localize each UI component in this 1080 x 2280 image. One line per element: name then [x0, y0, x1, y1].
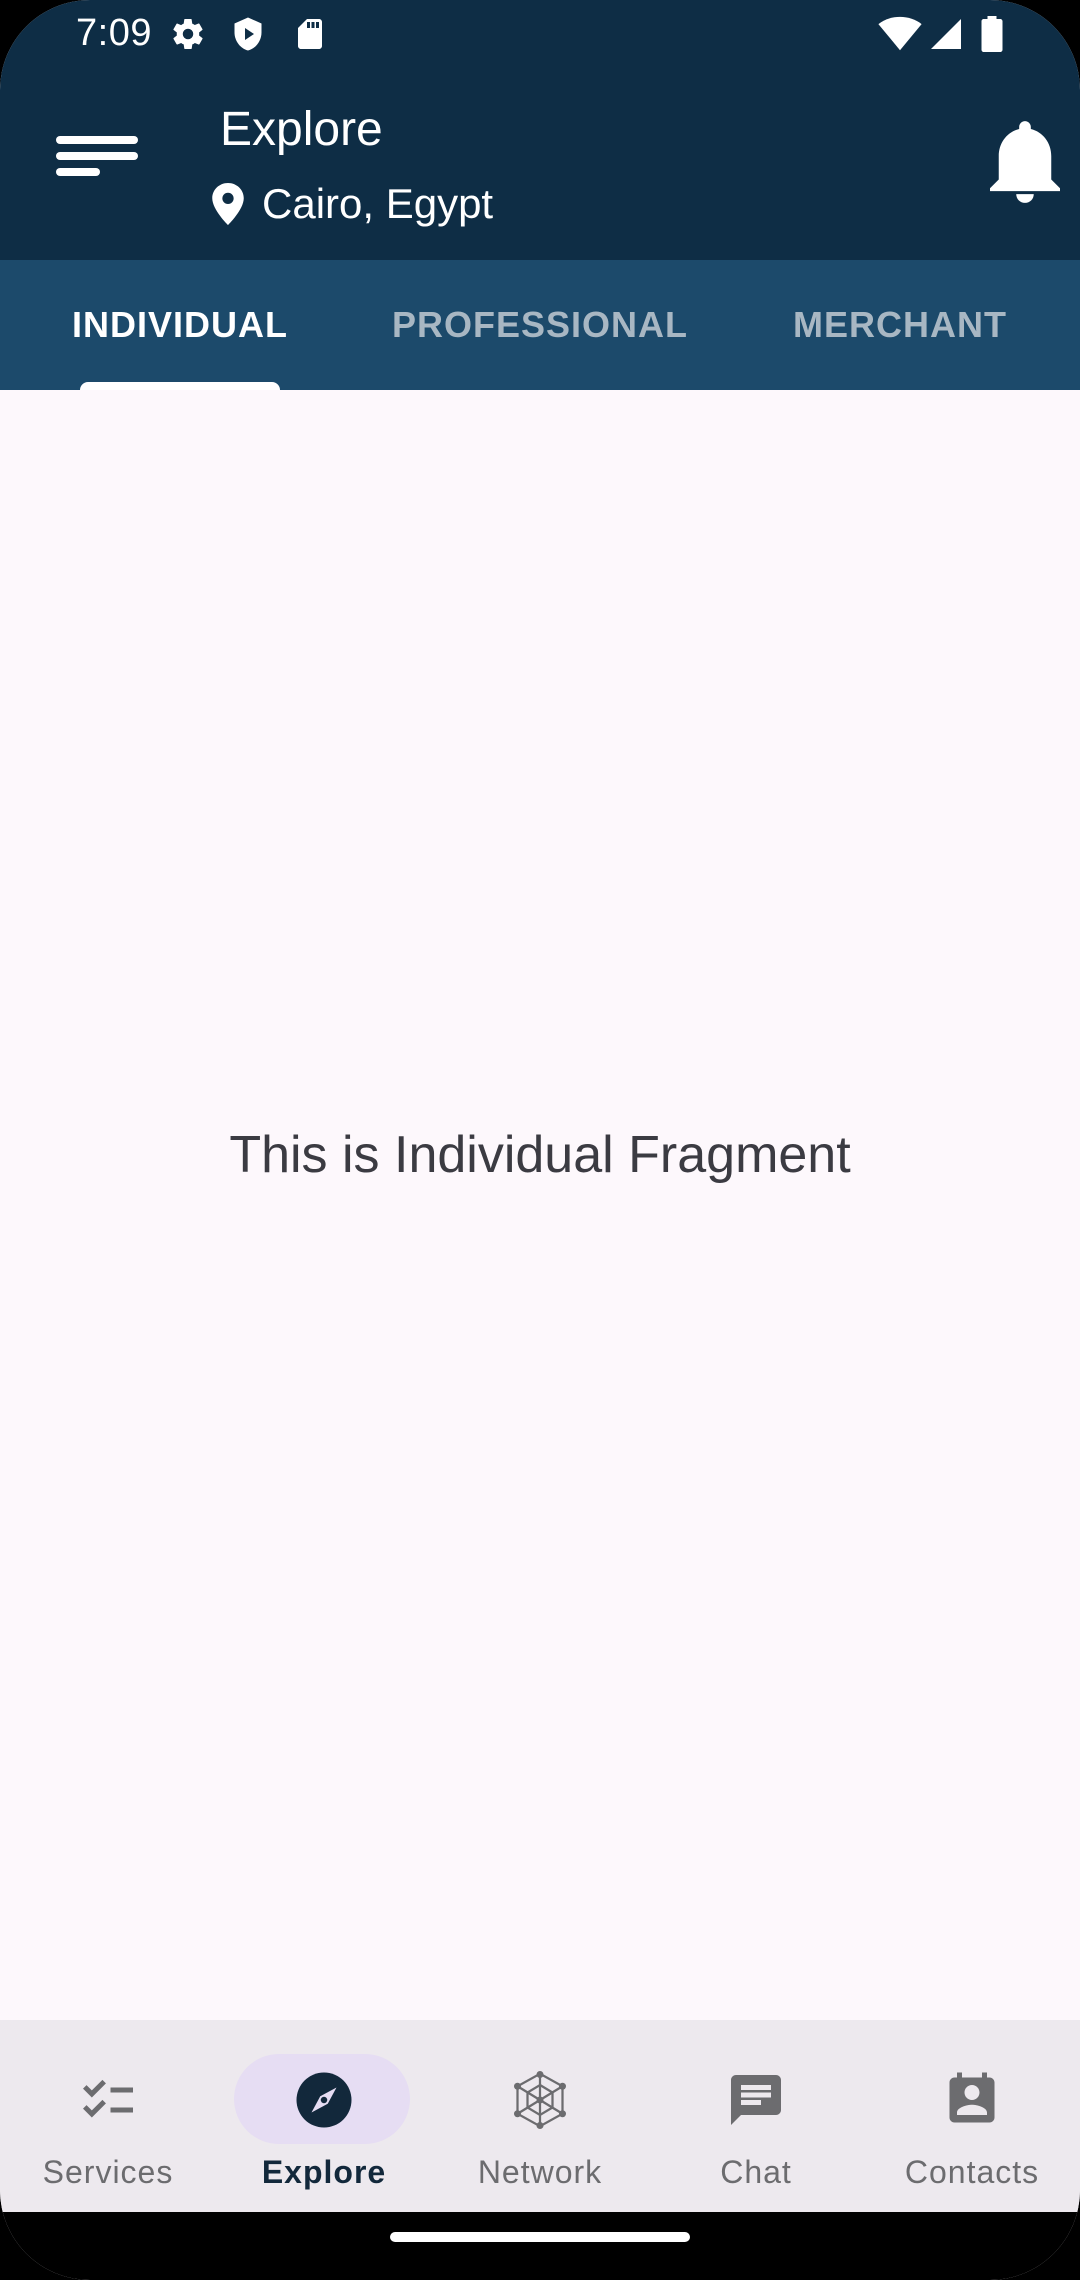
tab-professional[interactable]: PROFESSIONAL	[380, 260, 700, 390]
tab-bar: INDIVIDUAL PROFESSIONAL MERCHANT	[0, 260, 1080, 390]
nav-label: Explore	[261, 2154, 387, 2190]
signal-icon	[931, 19, 961, 49]
nav-item-contacts[interactable]: Contacts	[864, 2020, 1080, 2212]
status-bar: 7:09	[0, 0, 1080, 70]
bottom-navigation: Services Explore Network Chat Contacts	[0, 2020, 1080, 2212]
chat-icon	[731, 2075, 781, 2125]
nav-item-services[interactable]: Services	[0, 2020, 216, 2212]
notifications-button[interactable]	[980, 110, 1070, 210]
nav-label: Network	[477, 2154, 603, 2190]
tab-label: PROFESSIONAL	[391, 304, 689, 345]
tab-merchant[interactable]: MERCHANT	[740, 260, 1060, 390]
nav-label: Contacts	[904, 2154, 1040, 2190]
settings-icon	[173, 19, 203, 50]
status-time: 7:09	[76, 12, 152, 54]
screen: 7:09 Explore Cairo, Egypt INDIVIDUAL PRO…	[0, 0, 1080, 2280]
network-icon	[514, 2071, 566, 2129]
sd-card-icon	[298, 19, 322, 49]
tab-individual[interactable]: INDIVIDUAL	[20, 260, 340, 390]
menu-button[interactable]	[44, 120, 154, 200]
battery-icon	[981, 16, 1003, 52]
tab-label: INDIVIDUAL	[72, 304, 288, 345]
fragment-content: This is Individual Fragment	[0, 390, 1080, 2020]
gesture-navigation-area	[0, 2212, 1080, 2280]
fragment-message: This is Individual Fragment	[229, 1126, 851, 1184]
nav-label: Chat	[720, 2154, 792, 2190]
location-pin-icon	[212, 183, 244, 225]
play-protect-icon	[234, 17, 262, 51]
nav-item-explore[interactable]: Explore	[216, 2020, 432, 2212]
home-gesture-handle[interactable]	[390, 2232, 690, 2242]
location-label: Cairo, Egypt	[262, 180, 494, 227]
location-selector[interactable]: Cairo, Egypt	[212, 180, 493, 228]
wifi-icon	[878, 16, 922, 51]
checklist-icon	[83, 2079, 133, 2118]
tab-label: MERCHANT	[793, 304, 1007, 345]
compass-icon	[296, 2072, 352, 2128]
page-title: Explore	[220, 103, 383, 156]
nav-item-chat[interactable]: Chat	[648, 2020, 864, 2212]
nav-item-network[interactable]: Network	[432, 2020, 648, 2212]
menu-icon	[56, 136, 138, 176]
contacts-icon	[949, 2072, 995, 2123]
app-bar: Explore Cairo, Egypt	[0, 70, 1080, 260]
nav-label: Services	[42, 2154, 174, 2190]
bell-icon	[990, 121, 1060, 203]
